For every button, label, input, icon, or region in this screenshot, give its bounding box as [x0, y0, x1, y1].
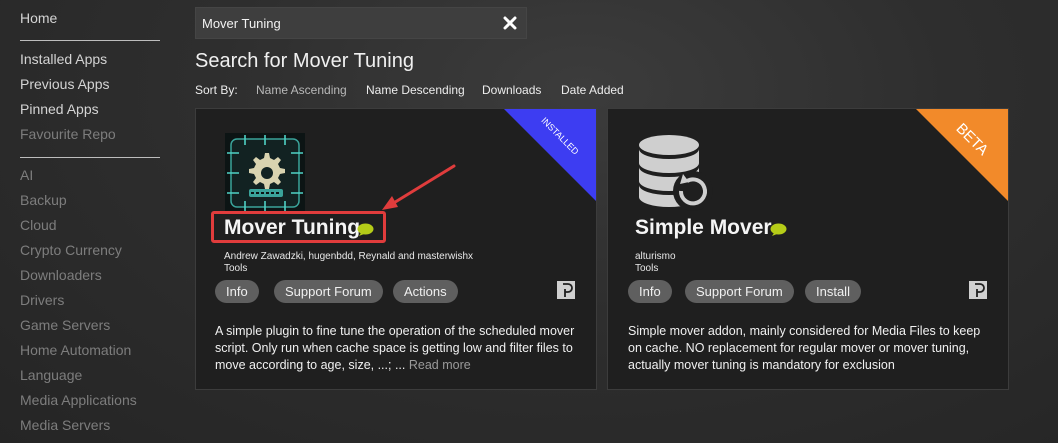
sidebar-item-game-servers[interactable]: Game Servers: [20, 317, 110, 333]
ribbon-label: INSTALLED: [539, 115, 581, 157]
app-category: Tools: [224, 263, 248, 274]
sidebar-item-pinned-apps[interactable]: Pinned Apps: [20, 101, 99, 117]
read-more-link[interactable]: Read more: [409, 358, 471, 372]
gear-circuit-icon[interactable]: [225, 133, 305, 213]
sidebar-item-crypto-currency[interactable]: Crypto Currency: [20, 242, 122, 258]
sidebar-item-home-automation[interactable]: Home Automation: [20, 342, 131, 358]
info-button[interactable]: Info: [628, 280, 672, 303]
app-card-simple-mover: BETA Simple Mover alturismo Tools Info S…: [607, 108, 1009, 390]
sort-date-added[interactable]: Date Added: [561, 83, 624, 97]
info-button[interactable]: Info: [215, 280, 259, 303]
template-icon[interactable]: [969, 281, 987, 299]
chat-icon[interactable]: [770, 223, 787, 236]
app-category: Tools: [635, 263, 659, 274]
page-title: Search for Mover Tuning: [195, 50, 414, 72]
installed-ribbon: INSTALLED: [504, 109, 596, 201]
description-text: A simple plugin to fine tune the operati…: [215, 324, 575, 372]
app-author: alturismo: [635, 251, 676, 262]
sidebar-item-downloaders[interactable]: Downloaders: [20, 267, 102, 283]
app-description: A simple plugin to fine tune the operati…: [215, 323, 577, 374]
app-card-mover-tuning: INSTALLED Mover Tuning Andrew Zawadzki, …: [195, 108, 597, 390]
sidebar-item-home[interactable]: Home: [20, 10, 57, 26]
sidebar-item-language[interactable]: Language: [20, 367, 82, 383]
database-refresh-icon[interactable]: [635, 133, 715, 213]
sidebar-divider: [20, 40, 160, 41]
app-description: Simple mover addon, mainly considered fo…: [628, 324, 981, 372]
sidebar-item-cloud[interactable]: Cloud: [20, 217, 57, 233]
sidebar-item-drivers[interactable]: Drivers: [20, 292, 64, 308]
sort-label: Sort By:: [195, 83, 238, 97]
app-name[interactable]: Simple Mover: [635, 216, 772, 240]
annotation-arrow-icon: [382, 164, 456, 210]
search-input[interactable]: [202, 8, 492, 38]
annotation-highlight-box: [211, 211, 386, 243]
ribbon-label: BETA: [952, 120, 992, 159]
close-icon[interactable]: [502, 15, 518, 31]
sort-name-descending[interactable]: Name Descending: [366, 83, 465, 97]
actions-button[interactable]: Actions: [393, 280, 458, 303]
sidebar-item-previous-apps[interactable]: Previous Apps: [20, 76, 110, 92]
beta-ribbon: BETA: [916, 109, 1008, 201]
template-icon[interactable]: [557, 281, 575, 299]
sidebar-item-favourite-repo[interactable]: Favourite Repo: [20, 126, 116, 142]
support-forum-button[interactable]: Support Forum: [274, 280, 383, 303]
sidebar-item-backup[interactable]: Backup: [20, 192, 67, 208]
search-box: [195, 7, 527, 39]
app-author: Andrew Zawadzki, hugenbdd, Reynald and m…: [224, 251, 474, 262]
install-button[interactable]: Install: [805, 280, 861, 303]
sidebar-item-installed-apps[interactable]: Installed Apps: [20, 51, 107, 67]
sidebar-divider: [20, 157, 160, 158]
sidebar-item-media-applications[interactable]: Media Applications: [20, 392, 137, 408]
sidebar-item-ai[interactable]: AI: [20, 167, 33, 183]
support-forum-button[interactable]: Support Forum: [685, 280, 794, 303]
sidebar-item-media-servers[interactable]: Media Servers: [20, 417, 110, 433]
sort-name-ascending[interactable]: Name Ascending: [256, 83, 347, 97]
sort-downloads[interactable]: Downloads: [482, 83, 541, 97]
